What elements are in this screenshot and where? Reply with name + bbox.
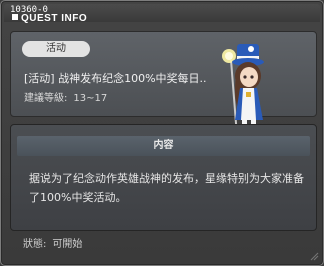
window-title-text: QUEST INFO (21, 13, 88, 24)
title-square-icon (12, 14, 18, 20)
window-title: QUEST INFO (12, 13, 87, 24)
level-label: 建議等級: (24, 93, 68, 104)
quest-content-panel: 内容 据说为了纪念动作英雄战神的发布，星缘特别为大家准备了100%中奖活动。 (10, 124, 317, 231)
quest-description: 据说为了纪念动作英雄战神的发布，星缘特别为大家准备了100%中奖活动。 (29, 172, 304, 204)
resize-grip-icon[interactable] (309, 251, 319, 261)
level-range: 13~17 (73, 93, 108, 104)
content-section-title: 内容 (17, 136, 310, 156)
quest-name: [活动] 战神发布纪念100%中奖每日.. (24, 72, 207, 85)
quest-status: 狀態: 可開始 (23, 239, 82, 251)
status-label: 狀態: (23, 239, 47, 250)
title-bar[interactable]: 10360-0 QUEST INFO (4, 4, 320, 24)
quest-info-window: 10360-0 QUEST INFO 活动 [活动] 战神发布纪念100%中奖每… (0, 0, 324, 266)
recommended-level: 建議等級: 13~17 (24, 93, 107, 105)
quest-category-badge: 活动 (22, 41, 90, 57)
quest-summary-panel: 活动 [活动] 战神发布纪念100%中奖每日.. 建議等級: 13~17 (10, 31, 317, 137)
status-value: 可開始 (52, 239, 83, 250)
